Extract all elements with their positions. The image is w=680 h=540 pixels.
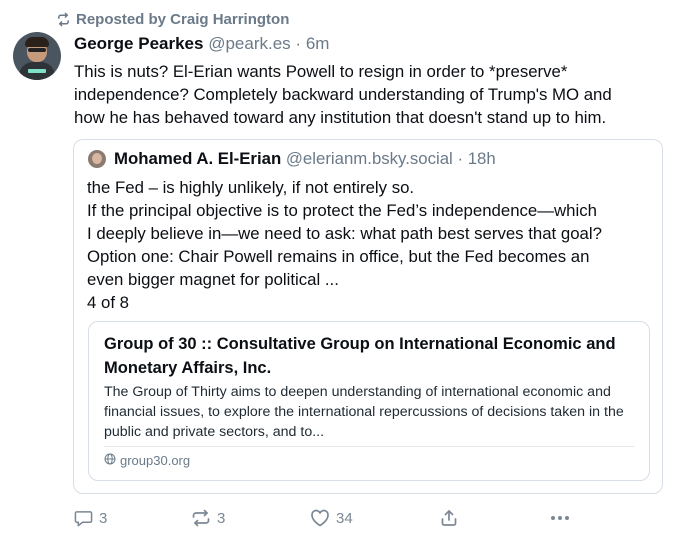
quoted-author-line: Mohamed A. El-Erian @elerianm.bsky.socia… [114,149,496,169]
author-avatar[interactable] [13,32,61,80]
link-title[interactable]: Group of 30 :: Consultative Group on Int… [104,332,639,380]
more-options-button[interactable] [550,500,570,536]
quoted-author-avatar[interactable] [88,150,106,168]
repost-icon [191,509,211,527]
author-name[interactable]: George Pearkes [74,34,203,53]
share-button[interactable] [440,500,458,536]
globe-icon [104,453,116,468]
reply-count: 3 [99,509,108,527]
post-text: This is nuts? El-Erian wants Powell to r… [74,62,612,127]
repost-count: 3 [217,509,226,527]
more-icon [550,515,570,521]
quoted-author-handle[interactable]: @elerianm.bsky.social [286,149,453,168]
separator: · [295,34,302,53]
quoted-post[interactable]: Mohamed A. El-Erian @elerianm.bsky.socia… [73,139,663,494]
post-author-line: George Pearkes @peark.es · 6m [74,34,329,54]
like-count: 34 [336,509,353,527]
post-actions: 3 3 34 [60,500,660,536]
heart-icon [310,509,330,527]
share-icon [440,509,458,527]
quoted-author-name[interactable]: Mohamed A. El-Erian [114,149,281,168]
reply-button[interactable]: 3 [74,500,107,536]
repost-button[interactable]: 3 [191,500,225,536]
link-description: The Group of Thirty aims to deepen under… [104,384,624,440]
repost-label[interactable]: Reposted by Craig Harrington [76,11,289,28]
post-timestamp[interactable]: 6m [306,34,330,53]
repost-icon [56,12,71,27]
quoted-timestamp[interactable]: 18h [468,149,496,168]
link-preview-card[interactable]: Group of 30 :: Consultative Group on Int… [88,321,650,481]
link-divider [104,446,634,447]
like-button[interactable]: 34 [310,500,353,536]
author-handle[interactable]: @peark.es [208,34,290,53]
reply-icon [74,509,93,527]
quoted-post-text: the Fed – is highly unlikely, if not ent… [87,178,602,312]
separator: · [457,149,464,168]
link-domain: group30.org [120,453,191,468]
repost-indicator[interactable]: Reposted by Craig Harrington [56,9,289,29]
link-domain-row: group30.org [104,453,190,468]
